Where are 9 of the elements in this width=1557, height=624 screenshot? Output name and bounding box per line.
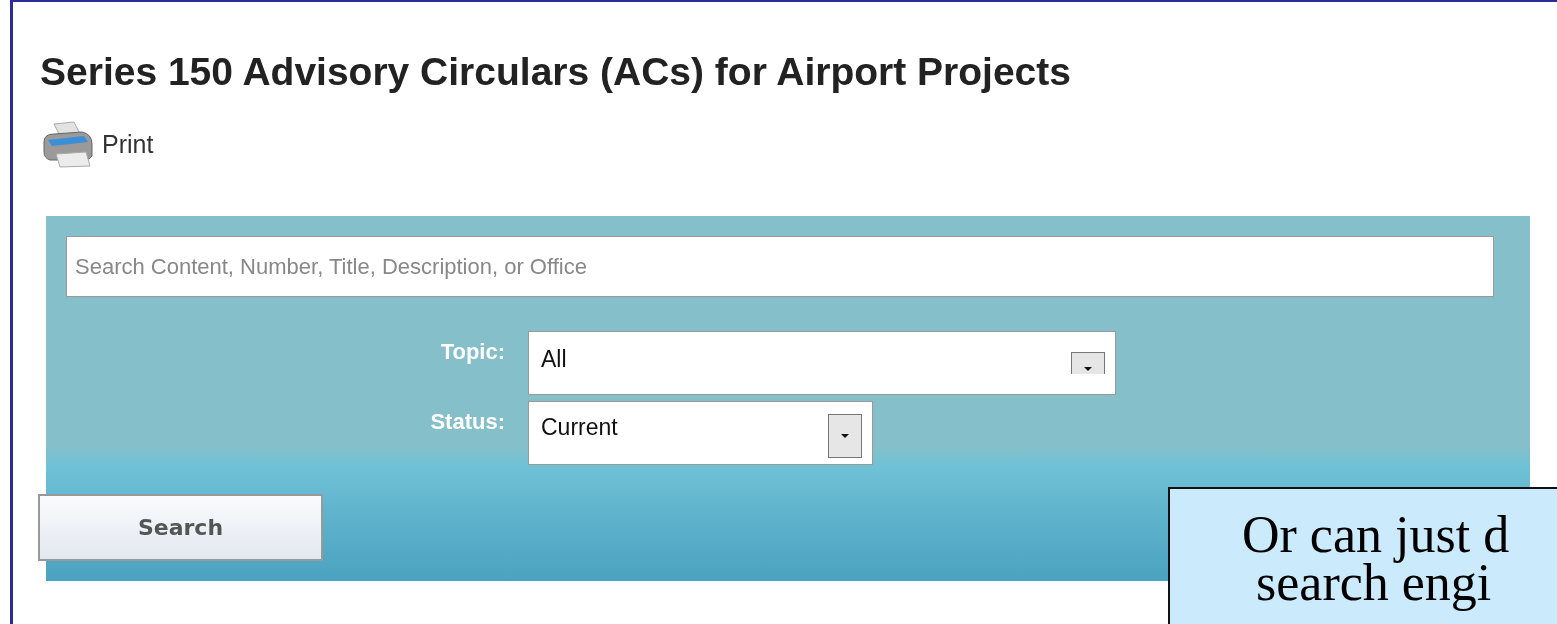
- filter-label: Status:: [430, 408, 505, 437]
- filter-label: Topic:: [440, 338, 505, 367]
- print-link[interactable]: Print: [102, 129, 154, 159]
- dropdown[interactable]: Current: [528, 401, 873, 466]
- page-title: Series 150 Advisory Circulars (ACs) for Airport Projects: [40, 49, 1072, 92]
- search-field[interactable]: Search Content, Number, Title, Description, or Office: [66, 236, 1494, 298]
- dropdown-arrow-icon[interactable]: [1071, 352, 1105, 375]
- search-button[interactable]: Search: [38, 494, 323, 561]
- dropdown[interactable]: All: [528, 331, 1116, 396]
